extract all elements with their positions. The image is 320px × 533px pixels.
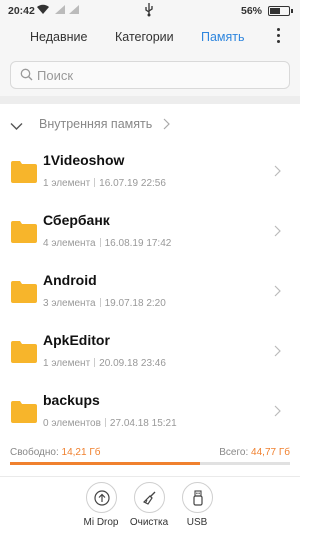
status-bar: 20:42 56% bbox=[0, 0, 300, 22]
storage-bar bbox=[10, 462, 290, 465]
usb-drive-icon[interactable] bbox=[181, 482, 213, 513]
chevron-right-icon bbox=[274, 344, 281, 362]
folder-count: 3 элемента bbox=[43, 298, 96, 309]
folder-date: 16.07.19 22:56 bbox=[99, 178, 166, 189]
tab-bar: Недавние Категории Память bbox=[0, 22, 300, 52]
broom-icon[interactable] bbox=[133, 482, 165, 513]
folder-icon bbox=[11, 161, 37, 188]
folder-name: ApkEditor bbox=[43, 332, 110, 348]
list-item[interactable]: Сбербанк 4 элемента 16.08.19 17:42 bbox=[0, 204, 300, 264]
folder-name: Сбербанк bbox=[43, 212, 110, 228]
folder-count: 4 элемента bbox=[43, 238, 96, 249]
battery-icon bbox=[268, 6, 293, 16]
storage-bar-fill bbox=[10, 462, 201, 465]
usb-status-icon bbox=[144, 3, 154, 20]
folder-name: backups bbox=[43, 392, 100, 408]
tab-categories[interactable]: Категории bbox=[115, 30, 174, 44]
storage-summary: Свободно: 14,21 Гб Всего: 44,77 Гб bbox=[0, 440, 300, 476]
list-item[interactable]: backups 0 элементов 27.04.18 15:21 bbox=[0, 384, 300, 444]
breadcrumb[interactable]: Внутренняя память bbox=[0, 104, 300, 144]
folder-meta: 4 элемента 16.08.19 17:42 bbox=[43, 238, 171, 249]
chevron-right-icon bbox=[274, 224, 281, 242]
search-icon bbox=[20, 68, 33, 86]
folder-icon bbox=[11, 221, 37, 248]
folder-date: 27.04.18 15:21 bbox=[109, 418, 177, 429]
folder-count: 1 элемент bbox=[43, 358, 91, 369]
free-space-text: Свободно: 14,21 Гб bbox=[10, 447, 100, 458]
search-box[interactable] bbox=[10, 61, 290, 89]
list-item[interactable]: 1Videoshow 1 элемент 16.07.19 22:56 bbox=[0, 144, 300, 204]
usb-button[interactable]: USB bbox=[167, 482, 227, 532]
battery-fill bbox=[270, 8, 281, 14]
folder-meta: 1 элемент 20.09.18 23:46 bbox=[43, 358, 166, 369]
list-item[interactable]: ApkEditor 1 элемент 20.09.18 23:46 bbox=[0, 324, 300, 384]
total-space-value: 44,77 Гб bbox=[251, 447, 290, 458]
folder-date: 16.08.19 17:42 bbox=[104, 238, 172, 249]
folder-meta: 3 элемента 19.07.18 2:20 bbox=[43, 298, 166, 309]
chevron-right-icon bbox=[274, 404, 281, 422]
folder-count: 1 элемент bbox=[43, 178, 91, 189]
list-item[interactable]: Android 3 элемента 19.07.18 2:20 bbox=[0, 264, 300, 324]
signal-icon-2 bbox=[68, 4, 80, 18]
section-divider bbox=[0, 96, 300, 104]
free-space-label: Свободно: bbox=[10, 447, 59, 458]
chevron-right-icon bbox=[274, 164, 281, 182]
folder-meta: 1 элемент 16.07.19 22:56 bbox=[43, 178, 166, 189]
signal-icon bbox=[54, 4, 66, 18]
total-space-label: Всего: bbox=[219, 447, 249, 458]
chevron-down-icon[interactable] bbox=[10, 118, 23, 136]
battery-percent: 56% bbox=[240, 5, 262, 17]
folder-icon bbox=[11, 341, 37, 368]
usb-label: USB bbox=[186, 517, 208, 528]
wifi-icon bbox=[36, 4, 50, 18]
search-area bbox=[0, 52, 300, 96]
folder-name: Android bbox=[43, 272, 97, 288]
folder-date: 20.09.18 23:46 bbox=[99, 358, 166, 369]
folder-meta: 0 элементов 27.04.18 15:21 bbox=[43, 418, 177, 429]
free-space-value: 14,21 Гб bbox=[61, 447, 101, 458]
status-time: 20:42 bbox=[8, 5, 35, 17]
chevron-right-icon bbox=[163, 117, 170, 135]
folder-name: 1Videoshow bbox=[43, 152, 125, 168]
folder-icon bbox=[11, 401, 37, 428]
chevron-right-icon bbox=[274, 284, 281, 302]
folder-list: 1Videoshow 1 элемент 16.07.19 22:56 Сберб… bbox=[0, 144, 300, 444]
breadcrumb-label[interactable]: Внутренняя память bbox=[39, 117, 152, 131]
more-menu-icon[interactable] bbox=[274, 28, 282, 46]
bottom-action-bar: Mi Drop Очистка USB bbox=[0, 476, 300, 533]
mi-drop-icon[interactable] bbox=[85, 482, 117, 513]
folder-date: 19.07.18 2:20 bbox=[104, 298, 166, 309]
tab-storage[interactable]: Память bbox=[201, 30, 245, 44]
tab-recent[interactable]: Недавние bbox=[30, 30, 87, 44]
folder-count: 0 элементов bbox=[43, 418, 101, 429]
folder-icon bbox=[11, 281, 37, 308]
total-space-text: Всего: 44,77 Гб bbox=[219, 447, 290, 458]
search-input[interactable] bbox=[37, 66, 277, 84]
